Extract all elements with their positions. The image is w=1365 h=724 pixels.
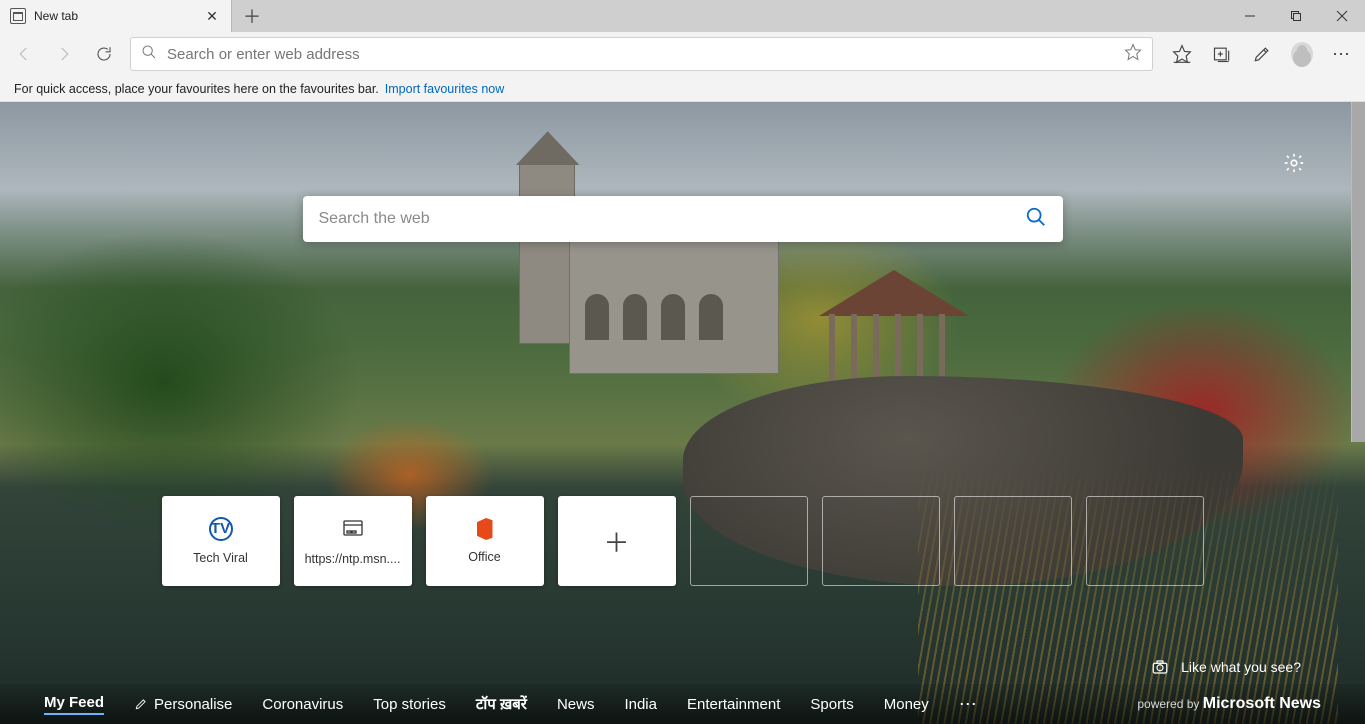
like-text: Like what you see? xyxy=(1181,659,1301,675)
address-input[interactable] xyxy=(167,46,1114,63)
tile-empty[interactable] xyxy=(1086,496,1204,586)
powered-by: powered by Microsoft News xyxy=(1137,695,1321,713)
feed-tab-money[interactable]: Money xyxy=(884,696,929,713)
feed-tab-label: Personalise xyxy=(154,696,232,713)
favourite-star-icon[interactable] xyxy=(1124,43,1142,66)
feed-tab-personalise[interactable]: Personalise xyxy=(134,696,232,713)
camera-icon xyxy=(1151,658,1169,676)
close-tab-icon[interactable]: ✕ xyxy=(203,7,221,25)
window-controls xyxy=(1227,0,1365,32)
import-favourites-link[interactable]: Import favourites now xyxy=(385,82,505,96)
collections-icon[interactable] xyxy=(1211,43,1233,65)
feed-tab-sports[interactable]: Sports xyxy=(810,696,853,713)
feed-tab-top-stories[interactable]: Top stories xyxy=(373,696,446,713)
minimize-button[interactable] xyxy=(1227,0,1273,32)
favourites-icon[interactable] xyxy=(1171,43,1193,65)
feed-tab-india[interactable]: India xyxy=(624,696,657,713)
new-tab-button[interactable]: ＋ xyxy=(232,0,272,32)
tile-label: Office xyxy=(468,550,500,564)
tile-tech-viral[interactable]: TV Tech Viral xyxy=(162,496,280,586)
tab-favicon xyxy=(10,8,26,24)
search-icon xyxy=(141,44,157,65)
refresh-button[interactable] xyxy=(90,40,118,68)
tile-label: https://ntp.msn.... xyxy=(305,552,401,566)
feed-nav: My Feed Personalise Coronavirus Top stor… xyxy=(0,684,1365,724)
page-settings-gear-icon[interactable] xyxy=(1283,152,1305,179)
hero-search-bar[interactable] xyxy=(303,196,1063,242)
quick-links-tiles: TV Tech Viral https://ntp.msn.... Office… xyxy=(162,496,1204,586)
page-icon xyxy=(340,516,366,542)
feed-tab-my-feed[interactable]: My Feed xyxy=(44,694,104,715)
tile-ntp-msn[interactable]: https://ntp.msn.... xyxy=(294,496,412,586)
favourites-hint-text: For quick access, place your favourites … xyxy=(14,82,379,96)
browser-tab[interactable]: New tab ✕ xyxy=(0,0,232,32)
powered-prefix: powered by xyxy=(1137,697,1199,711)
feed-tab-top-khabar[interactable]: टॉप ख़बरें xyxy=(476,694,527,714)
notes-icon[interactable] xyxy=(1251,43,1273,65)
tile-office[interactable]: Office xyxy=(426,496,544,586)
tile-empty[interactable] xyxy=(822,496,940,586)
background-pavilion xyxy=(819,270,969,390)
feed-tab-entertainment[interactable]: Entertainment xyxy=(687,696,780,713)
forward-button[interactable] xyxy=(50,40,78,68)
back-button[interactable] xyxy=(10,40,38,68)
pencil-icon xyxy=(134,697,148,711)
tile-empty[interactable] xyxy=(690,496,808,586)
feed-tab-news[interactable]: News xyxy=(557,696,595,713)
titlebar: New tab ✕ ＋ xyxy=(0,0,1365,32)
address-bar[interactable] xyxy=(130,37,1153,71)
close-window-button[interactable] xyxy=(1319,0,1365,32)
feed-tab-more-icon[interactable]: ⋯ xyxy=(959,694,979,715)
feed-tab-coronavirus[interactable]: Coronavirus xyxy=(262,696,343,713)
hero-search-icon[interactable] xyxy=(1025,206,1047,233)
powered-brand: Microsoft News xyxy=(1203,695,1321,712)
plus-icon: ＋ xyxy=(604,528,630,554)
toolbar: ⋯ xyxy=(0,32,1365,76)
new-tab-page: TV Tech Viral https://ntp.msn.... Office… xyxy=(0,102,1365,724)
favourites-hint-bar: For quick access, place your favourites … xyxy=(0,76,1365,102)
tile-empty[interactable] xyxy=(954,496,1072,586)
more-menu-icon[interactable]: ⋯ xyxy=(1331,43,1353,65)
profile-avatar[interactable] xyxy=(1291,43,1313,65)
tile-add[interactable]: ＋ xyxy=(558,496,676,586)
tab-title: New tab xyxy=(34,9,195,23)
tile-label: Tech Viral xyxy=(193,551,248,565)
maximize-button[interactable] xyxy=(1273,0,1319,32)
tv-icon: TV xyxy=(209,517,233,541)
office-icon xyxy=(477,518,493,540)
like-what-you-see[interactable]: Like what you see? xyxy=(1151,658,1301,676)
hero-search-input[interactable] xyxy=(319,210,1025,228)
vertical-scrollbar[interactable] xyxy=(1351,102,1365,442)
